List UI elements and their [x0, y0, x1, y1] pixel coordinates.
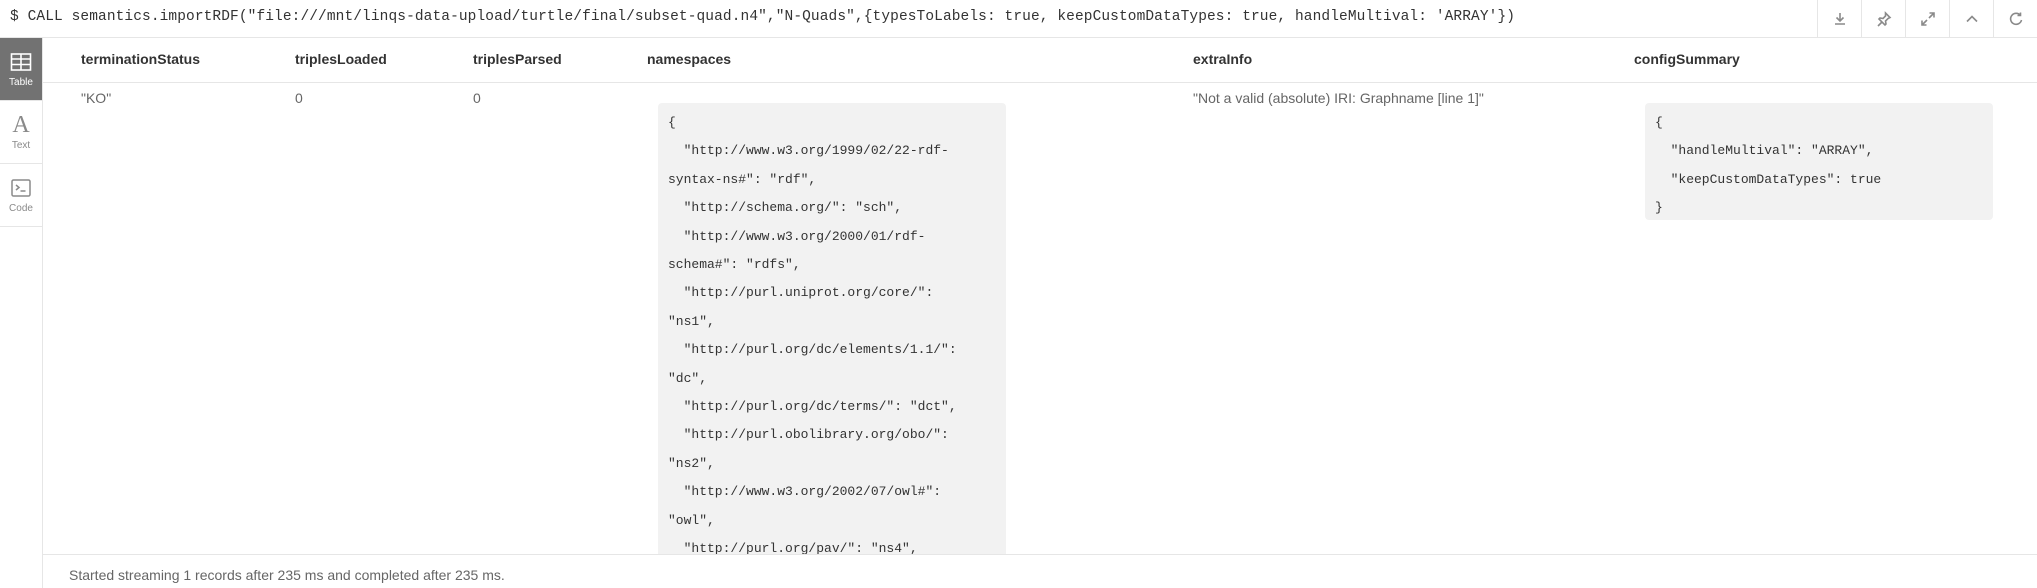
view-tab-label: Code [9, 203, 33, 214]
code-line: "ns2", [668, 455, 715, 471]
query-text[interactable]: $ CALL semantics.importRDF("file:///mnt/… [10, 9, 1515, 25]
column-header-configSummary: configSummary [1634, 51, 1740, 67]
code-line: { [668, 115, 676, 130]
table-header: terminationStatus triplesLoaded triplesP… [43, 38, 2037, 83]
collapse-button[interactable] [1949, 0, 1993, 38]
rerun-button[interactable] [1993, 0, 2037, 38]
download-icon [1834, 13, 1845, 25]
column-header-triplesParsed: triplesParsed [473, 51, 562, 67]
view-tab-label: Text [11, 140, 31, 151]
view-switcher: Table A Text Code [0, 38, 43, 588]
cell-extraInfo: "Not a valid (absolute) IRI: Graphname [… [1193, 90, 1484, 106]
code-line: "handleMultival": "ARRAY", [1655, 143, 1874, 159]
column-header-triplesLoaded: triplesLoaded [295, 51, 387, 67]
code-line: "http://www.w3.org/1999/02/22-rdf- [668, 143, 949, 159]
column-header-extraInfo: extraInfo [1193, 51, 1253, 67]
code-line: "keepCustomDataTypes": true [1655, 171, 1882, 187]
cell-triplesParsed: 0 [473, 90, 481, 106]
rerun-icon [2009, 12, 2022, 26]
result-table: terminationStatus triplesLoaded triplesP… [43, 38, 2037, 554]
view-tab-code[interactable]: Code [0, 164, 42, 227]
column-header-namespaces: namespaces [647, 51, 732, 67]
code-line: "owl", [668, 512, 715, 528]
view-tab-text[interactable]: A Text [0, 101, 42, 164]
expand-button[interactable] [1905, 0, 1949, 38]
collapse-icon [1965, 15, 1978, 23]
code-line: "dc", [668, 370, 708, 386]
text-icon: A [12, 112, 30, 138]
view-tab-label: Table [9, 77, 33, 88]
code-line: "http://schema.org/": "sch", [668, 200, 903, 216]
code-line: "http://purl.org/pav/": "ns4", [668, 541, 918, 554]
code-icon [11, 179, 31, 197]
cell-namespaces: { "http://www.w3.org/1999/02/22-rdf-synt… [658, 103, 1006, 554]
expand-icon [1920, 12, 1935, 26]
code-line: } [1655, 200, 1663, 216]
code-line: "ns1", [668, 313, 715, 329]
code-line: "http://www.w3.org/2000/01/rdf- [668, 228, 926, 244]
code-line: syntax-ns#": "rdf", [668, 171, 817, 187]
result-frame-actions [1817, 0, 2037, 38]
pin-button[interactable] [1861, 0, 1905, 38]
code-line: "http://purl.obolibrary.org/obo/": [668, 427, 949, 443]
download-button[interactable] [1817, 0, 1861, 38]
code-line: "http://purl.org/dc/terms/": "dct", [668, 399, 957, 415]
code-line: schema#": "rdfs", [668, 257, 801, 273]
table-icon [10, 53, 32, 71]
query-bar: $ CALL semantics.importRDF("file:///mnt/… [0, 0, 2037, 38]
code-line: "http://purl.org/dc/elements/1.1/": [668, 342, 957, 358]
cell-configSummary: { "handleMultival": "ARRAY", "keepCustom… [1645, 103, 1993, 220]
view-tab-table[interactable]: Table [0, 38, 42, 101]
column-header-terminationStatus: terminationStatus [81, 51, 201, 67]
status-text: Started streaming 1 records after 235 ms… [69, 567, 505, 583]
code-line: "http://purl.uniprot.org/core/": [668, 285, 934, 301]
cell-terminationStatus: "KO" [81, 90, 112, 106]
status-bar: Started streaming 1 records after 235 ms… [43, 554, 2037, 588]
code-line: { [1655, 115, 1663, 130]
code-line: "http://www.w3.org/2002/07/owl#": [668, 484, 942, 500]
cell-triplesLoaded: 0 [295, 90, 303, 106]
pin-icon [1876, 11, 1891, 27]
